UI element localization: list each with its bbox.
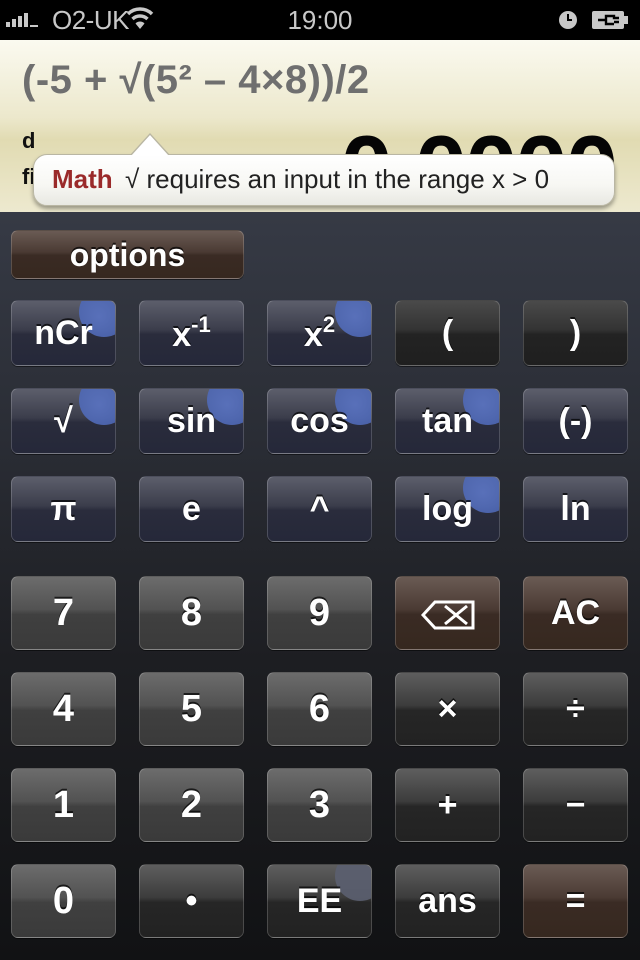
key-label: ) [569, 314, 582, 352]
key-label: π [50, 490, 77, 528]
key-backspace[interactable] [395, 576, 500, 650]
options-button[interactable]: options [11, 230, 244, 279]
keypad: options nCr x-1 x2 () √ sin cos tan (-) π e ^ log ln 7… [0, 212, 640, 960]
key-label: 1 [52, 784, 75, 826]
key-ac[interactable]: AC [523, 576, 628, 650]
key-sin[interactable]: sin [139, 388, 244, 454]
key-label: (-) [558, 402, 593, 440]
key-label: ln [560, 490, 591, 528]
key-superscript: 2 [322, 312, 336, 337]
key-label: ( [441, 314, 454, 352]
key-label: = [565, 882, 586, 920]
key-label: 7 [52, 592, 75, 634]
key-equals[interactable]: = [523, 864, 628, 938]
key-5[interactable]: 5 [139, 672, 244, 746]
key-ncr[interactable]: nCr [11, 300, 116, 366]
expression-line[interactable]: (-5 + √(5² – 4×8))/2 [22, 58, 370, 103]
key-2[interactable]: 2 [139, 768, 244, 842]
key-4[interactable]: 4 [11, 672, 116, 746]
key-label: 4 [52, 688, 75, 730]
key-tan[interactable]: tan [395, 388, 500, 454]
key-label: ÷ [566, 690, 585, 728]
key-plus[interactable]: + [395, 768, 500, 842]
key-label: x-1 [172, 312, 211, 354]
key-cos[interactable]: cos [267, 388, 372, 454]
key-label: cos [290, 402, 349, 440]
key-superscript: -1 [191, 312, 211, 337]
key-label: nCr [34, 314, 93, 352]
key-label: 8 [180, 592, 203, 634]
key-7[interactable]: 7 [11, 576, 116, 650]
key-decimal-point[interactable]: • [139, 864, 244, 938]
key-label: + [437, 786, 458, 824]
key-power[interactable]: ^ [267, 476, 372, 542]
key-multiply[interactable]: × [395, 672, 500, 746]
key-label: 5 [180, 688, 203, 730]
key-sqrt[interactable]: √ [11, 388, 116, 454]
key-close-paren[interactable]: ) [523, 300, 628, 366]
key-label: 0 [52, 880, 75, 922]
calculator-display: (-5 + √(5² – 4×8))/2 d fix4 0.0000 Math … [0, 40, 640, 216]
key-negate[interactable]: (-) [523, 388, 628, 454]
status-time: 19:00 [287, 5, 353, 35]
key-label: tan [422, 402, 473, 440]
key-x-pow-2[interactable]: x2 [267, 300, 372, 366]
key-8[interactable]: 8 [139, 576, 244, 650]
key-label: EE [296, 882, 343, 920]
key-0[interactable]: 0 [11, 864, 116, 938]
error-tooltip[interactable]: Math √ requires an input in the range x … [33, 133, 615, 206]
key-minus[interactable]: − [523, 768, 628, 842]
key-1[interactable]: 1 [11, 768, 116, 842]
options-button-label: options [69, 236, 186, 273]
key-e[interactable]: e [139, 476, 244, 542]
key-ee[interactable]: EE [267, 864, 372, 938]
angle-mode-indicator: d [22, 128, 36, 153]
key-label: − [565, 786, 586, 824]
status-bar: O2-UK 19:00 [0, 0, 640, 40]
key-label: x2 [303, 312, 336, 354]
key-divide[interactable]: ÷ [523, 672, 628, 746]
key-label: e [182, 490, 201, 528]
backspace-icon [396, 596, 499, 630]
key-ln[interactable]: ln [523, 476, 628, 542]
key-label: ^ [309, 490, 330, 528]
key-label: √ [54, 402, 73, 440]
battery-charging-icon [592, 11, 628, 29]
key-3[interactable]: 3 [267, 768, 372, 842]
error-message: √ requires an input in the range x > 0 [125, 164, 550, 194]
key-pi[interactable]: π [11, 476, 116, 542]
error-tag: Math [52, 164, 113, 194]
key-x-pow-neg1[interactable]: x-1 [139, 300, 244, 366]
key-label: sin [166, 402, 217, 440]
tooltip-pointer [130, 133, 170, 156]
key-label: ans [418, 882, 477, 920]
key-9[interactable]: 9 [267, 576, 372, 650]
key-6[interactable]: 6 [267, 672, 372, 746]
alarm-clock-icon [559, 11, 577, 29]
key-label: × [437, 690, 458, 728]
key-log[interactable]: log [395, 476, 500, 542]
key-ans[interactable]: ans [395, 864, 500, 938]
key-label: • [185, 882, 198, 920]
key-label: log [422, 490, 473, 528]
key-open-paren[interactable]: ( [395, 300, 500, 366]
key-label: 3 [308, 784, 331, 826]
key-label: AC [550, 594, 601, 632]
key-label: 2 [180, 784, 203, 826]
key-label: 6 [308, 688, 331, 730]
key-label: 9 [308, 592, 331, 634]
